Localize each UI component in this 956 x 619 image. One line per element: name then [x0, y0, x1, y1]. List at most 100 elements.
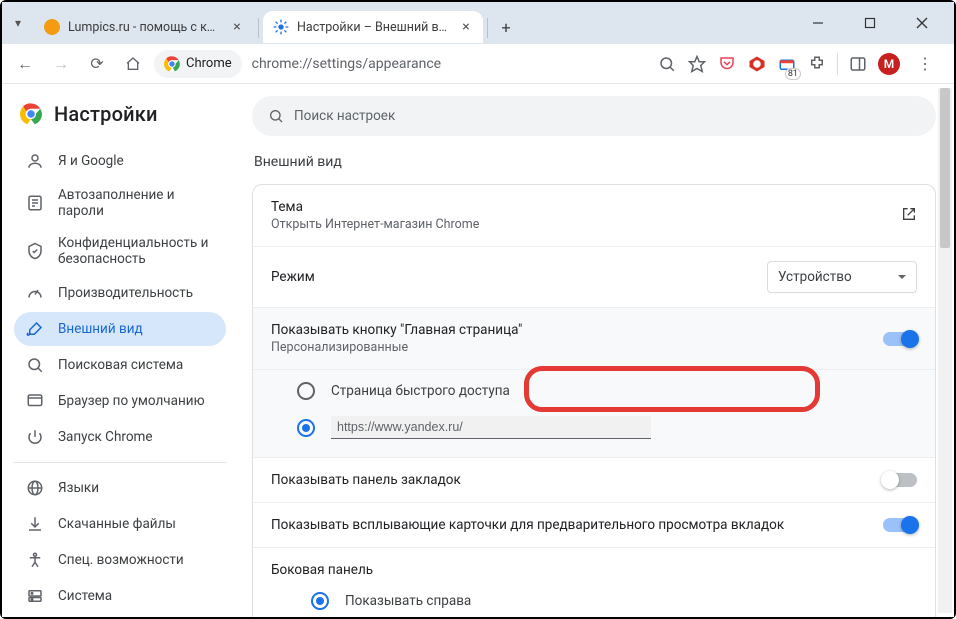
sidebar-item-perf[interactable]: Производительность — [14, 276, 226, 310]
theme-subtitle: Открыть Интернет-магазин Chrome — [271, 217, 889, 232]
hover-cards-title: Показывать всплывающие карточки для пред… — [271, 517, 871, 533]
maximize-button[interactable] — [848, 7, 892, 39]
sidebar-item-label: Запуск Chrome — [58, 429, 153, 445]
sidebar-item-label: Внешний вид — [58, 321, 143, 337]
a11y-icon — [26, 551, 44, 569]
titlebar: ▾ Lumpics.ru - помощь с компь × Настройк… — [2, 2, 954, 44]
section-label: Внешний вид — [254, 154, 936, 170]
hover-cards-toggle[interactable] — [883, 518, 917, 532]
search-icon — [26, 356, 44, 374]
sidebar-item-user[interactable]: Я и Google — [14, 144, 226, 178]
sidebar-item-browser[interactable]: Браузер по умолчанию — [14, 384, 226, 418]
address-bar[interactable]: chrome://settings/appearance — [248, 56, 645, 72]
autofill-icon — [26, 194, 44, 212]
sidebar-item-search[interactable]: Поисковая система — [14, 348, 226, 382]
sidebar-item-label: Языки — [58, 480, 99, 496]
sidebar-item-label: Производительность — [58, 285, 193, 301]
sidebar-item-privacy[interactable]: Конфиденциальность и безопасность — [14, 228, 226, 274]
theme-row[interactable]: Тема Открыть Интернет-магазин Chrome — [253, 185, 935, 247]
home-button-row: Показывать кнопку "Главная страница" Пер… — [253, 308, 935, 370]
custom-url-input[interactable] — [331, 416, 651, 439]
tab-title: Настройки – Внешний вид — [297, 20, 451, 35]
search-in-page-icon[interactable] — [657, 54, 677, 74]
brush-icon — [26, 320, 44, 338]
settings-search[interactable]: Поиск настроек — [252, 96, 936, 136]
hover-cards-row: Показывать всплывающие карточки для пред… — [253, 503, 935, 548]
tab-search-button[interactable]: ▾ — [6, 16, 30, 30]
search-icon — [268, 108, 284, 124]
savings-badge: 81 — [785, 68, 801, 80]
tab-lumpics[interactable]: Lumpics.ru - помощь с компь × — [34, 11, 254, 43]
bookmarks-bar-row: Показывать панель закладок — [253, 458, 935, 503]
home-button-title: Показывать кнопку "Главная страница" — [271, 322, 871, 338]
theme-title: Тема — [271, 199, 889, 215]
close-button[interactable] — [900, 7, 944, 39]
pocket-icon[interactable] — [717, 54, 737, 74]
power-icon — [26, 428, 44, 446]
settings-favicon — [273, 19, 289, 35]
settings-content: Настройки Я и Google Автозаполнение и пар… — [2, 84, 954, 617]
home-button[interactable] — [118, 49, 148, 79]
side-right-radio[interactable]: Показывать справа — [311, 584, 917, 617]
sidebar-item-label: Поисковая система — [58, 357, 183, 373]
mode-select[interactable]: Устройство — [767, 261, 917, 293]
sidebar-item-system[interactable]: Система — [14, 579, 226, 613]
tab-settings[interactable]: Настройки – Внешний вид × — [263, 11, 483, 43]
adblock-icon[interactable] — [747, 54, 767, 74]
sidebar-item-power[interactable]: Запуск Chrome — [14, 420, 226, 454]
url-text: chrome://settings/appearance — [252, 56, 442, 72]
chrome-logo-icon — [20, 103, 42, 125]
home-button-options: Страница быстрого доступа — [253, 370, 935, 458]
search-placeholder: Поиск настроек — [294, 108, 395, 124]
side-right-label: Показывать справа — [345, 593, 471, 609]
forward-button[interactable]: → — [46, 49, 76, 79]
back-button[interactable]: ← — [10, 49, 40, 79]
sidebar-item-label: Спец. возможности — [58, 552, 184, 568]
external-link-icon — [901, 206, 917, 226]
tab-separator — [258, 18, 259, 38]
perf-icon — [26, 284, 44, 302]
nav-separator — [14, 462, 226, 463]
close-icon[interactable]: × — [459, 20, 473, 34]
home-button-subtitle: Персонализированные — [271, 340, 871, 355]
reload-button[interactable]: ⟳ — [82, 49, 112, 79]
side-panel-row: Боковая панель Показывать справа Показыв… — [253, 548, 935, 617]
radio-icon — [311, 592, 329, 610]
side-panel-title: Боковая панель — [271, 562, 373, 578]
new-tab-button[interactable]: + — [492, 13, 520, 41]
settings-sidebar: Настройки Я и Google Автозаполнение и пар… — [2, 84, 234, 617]
system-icon — [26, 587, 44, 605]
sidebar-item-reset[interactable]: Сбросить настройки — [14, 615, 226, 617]
close-icon[interactable]: × — [230, 20, 244, 34]
minimize-button[interactable] — [796, 7, 840, 39]
url-chip[interactable]: Chrome — [154, 50, 242, 78]
sidebar-item-label: Скачанные файлы — [58, 516, 176, 532]
sidebar-item-download[interactable]: Скачанные файлы — [14, 507, 226, 541]
ntp-radio-row[interactable]: Страница быстрого доступа — [297, 374, 917, 408]
appearance-card: Тема Открыть Интернет-магазин Chrome Реж… — [252, 184, 936, 617]
kebab-menu[interactable]: ⋮ — [910, 49, 940, 79]
home-button-toggle[interactable] — [883, 332, 917, 346]
sidebar-item-a11y[interactable]: Спец. возможности — [14, 543, 226, 577]
bookmarks-bar-toggle[interactable] — [883, 473, 917, 487]
globe-icon — [26, 479, 44, 497]
tab-separator — [487, 18, 488, 38]
profile-avatar[interactable]: M — [878, 53, 900, 75]
custom-url-radio-row[interactable] — [297, 408, 917, 447]
sidebar-item-brush[interactable]: Внешний вид — [14, 312, 226, 346]
privacy-icon — [26, 242, 44, 260]
sidebar-item-globe[interactable]: Языки — [14, 471, 226, 505]
settings-brand: Настройки — [14, 94, 226, 144]
scrollbar-thumb[interactable] — [940, 88, 950, 248]
sidepanel-icon[interactable] — [848, 54, 868, 74]
bookmark-icon[interactable] — [687, 54, 707, 74]
page-scrollbar[interactable] — [938, 88, 952, 613]
sidebar-item-label: Браузер по умолчанию — [58, 393, 205, 409]
extensions-icon[interactable] — [807, 54, 827, 74]
bookmarks-bar-title: Показывать панель закладок — [271, 472, 871, 488]
savings-icon[interactable]: 81 — [777, 54, 797, 74]
browser-icon — [26, 392, 44, 410]
sidebar-item-label: Система — [58, 588, 112, 604]
sidebar-item-autofill[interactable]: Автозаполнение и пароли — [14, 180, 226, 226]
sidebar-item-label: Автозаполнение и пароли — [58, 187, 214, 219]
